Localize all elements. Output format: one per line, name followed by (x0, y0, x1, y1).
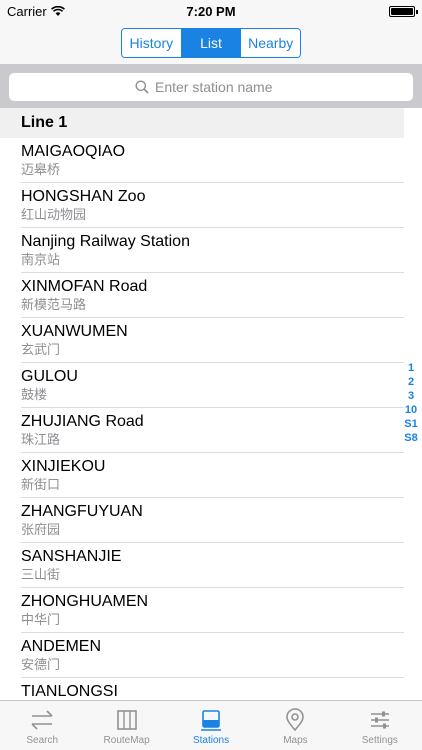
station-list: Line 1 MAIGAOQIAO 迈皋桥 HONGSHAN Zoo 红山动物园… (0, 108, 404, 700)
search-bar (0, 64, 422, 108)
station-row[interactable]: Nanjing Railway Station 南京站 (21, 228, 404, 273)
station-row[interactable]: ZHUJIANG Road 珠江路 (21, 408, 404, 453)
station-name-cn: 红山动物园 (21, 207, 87, 222)
station-row[interactable]: ANDEMEN 安德门 (21, 633, 404, 678)
station-name-cn: 鼓楼 (21, 387, 48, 402)
location-pin-icon (282, 708, 308, 732)
station-name-en: HONGSHAN Zoo (21, 188, 146, 205)
tab-stations[interactable]: Stations (169, 701, 253, 750)
segment-nearby[interactable]: Nearby (241, 29, 300, 57)
station-row[interactable]: TIANLONGSI (21, 678, 404, 700)
station-name-cn: 南京站 (21, 252, 61, 267)
search-icon (135, 80, 149, 94)
swap-arrows-icon (29, 708, 55, 732)
station-name-en: XINJIEKOU (21, 458, 106, 475)
station-name-en: XUANWUMEN (21, 323, 128, 340)
segment-list[interactable]: List (181, 29, 242, 57)
index-item[interactable]: 1 (408, 361, 414, 375)
station-name-en: ZHANGFUYUAN (21, 503, 143, 520)
station-name-cn: 迈皋桥 (21, 162, 61, 177)
station-name-en: MAIGAOQIAO (21, 143, 126, 160)
station-name-en: Nanjing Railway Station (21, 233, 190, 250)
stations-list-icon (198, 708, 224, 732)
search-field[interactable] (9, 73, 413, 101)
tab-routemap[interactable]: RouteMap (84, 701, 168, 750)
segment-history[interactable]: History (122, 29, 182, 57)
station-row[interactable]: ZHANGFUYUAN 张府园 (21, 498, 404, 543)
index-item[interactable]: 2 (408, 375, 414, 389)
station-name-cn: 玄武门 (21, 342, 61, 357)
station-name-cn: 三山街 (21, 567, 61, 582)
station-name-cn: 珠江路 (21, 432, 61, 447)
station-name-cn: 安德门 (21, 657, 61, 672)
tab-label: Settings (361, 735, 398, 746)
tab-maps[interactable]: Maps (253, 701, 337, 750)
search-input[interactable] (155, 79, 287, 95)
station-row[interactable]: HONGSHAN Zoo 红山动物园 (21, 183, 404, 228)
station-name-en: ZHONGHUAMEN (21, 593, 149, 610)
station-row[interactable]: ZHONGHUAMEN 中华门 (21, 588, 404, 633)
tab-settings[interactable]: Settings (338, 701, 422, 750)
tab-label: Stations (192, 735, 230, 746)
tab-label: Search (26, 735, 59, 746)
station-name-en: GULOU (21, 368, 78, 385)
nav-bar: History List Nearby (0, 24, 422, 64)
map-book-icon (114, 708, 140, 732)
tab-bar: Search RouteMap Stations Maps Settings (0, 700, 422, 750)
index-item[interactable]: S8 (404, 431, 417, 445)
index-item[interactable]: 3 (408, 389, 414, 403)
station-name-en: XINMOFAN Road (21, 278, 148, 295)
station-name-cn: 中华门 (21, 612, 61, 627)
station-name-cn: 张府园 (21, 522, 61, 537)
station-name-en: SANSHANJIE (21, 548, 122, 565)
status-time: 7:20 PM (186, 4, 236, 19)
station-name-en: TIANLONGSI (21, 683, 118, 700)
index-item[interactable]: S1 (404, 417, 417, 431)
station-row[interactable]: SANSHANJIE 三山街 (21, 543, 404, 588)
index-item[interactable]: 10 (405, 403, 417, 417)
tab-search[interactable]: Search (0, 701, 84, 750)
section-header: Line 1 (0, 108, 404, 138)
station-row[interactable]: MAIGAOQIAO 迈皋桥 (21, 138, 404, 183)
station-name-en: ZHUJIANG Road (21, 413, 144, 430)
station-name-cn: 新模范马路 (21, 297, 87, 312)
status-bar: Carrier 7:20 PM (0, 0, 422, 24)
station-row[interactable]: XINJIEKOU 新街口 (21, 453, 404, 498)
station-name-en: ANDEMEN (21, 638, 102, 655)
station-row[interactable]: XINMOFAN Road 新模范马路 (21, 273, 404, 318)
station-row[interactable]: XUANWUMEN 玄武门 (21, 318, 404, 363)
station-row[interactable]: GULOU 鼓楼 (21, 363, 404, 408)
tab-label: RouteMap (103, 735, 150, 746)
tab-label: Maps (283, 735, 308, 746)
section-index: 1 2 3 10 S1 S8 (402, 361, 420, 445)
battery-icon (389, 6, 418, 17)
station-name-cn: 新街口 (21, 477, 61, 492)
view-mode-segmented-control: History List Nearby (121, 28, 301, 58)
sliders-icon (367, 708, 393, 732)
